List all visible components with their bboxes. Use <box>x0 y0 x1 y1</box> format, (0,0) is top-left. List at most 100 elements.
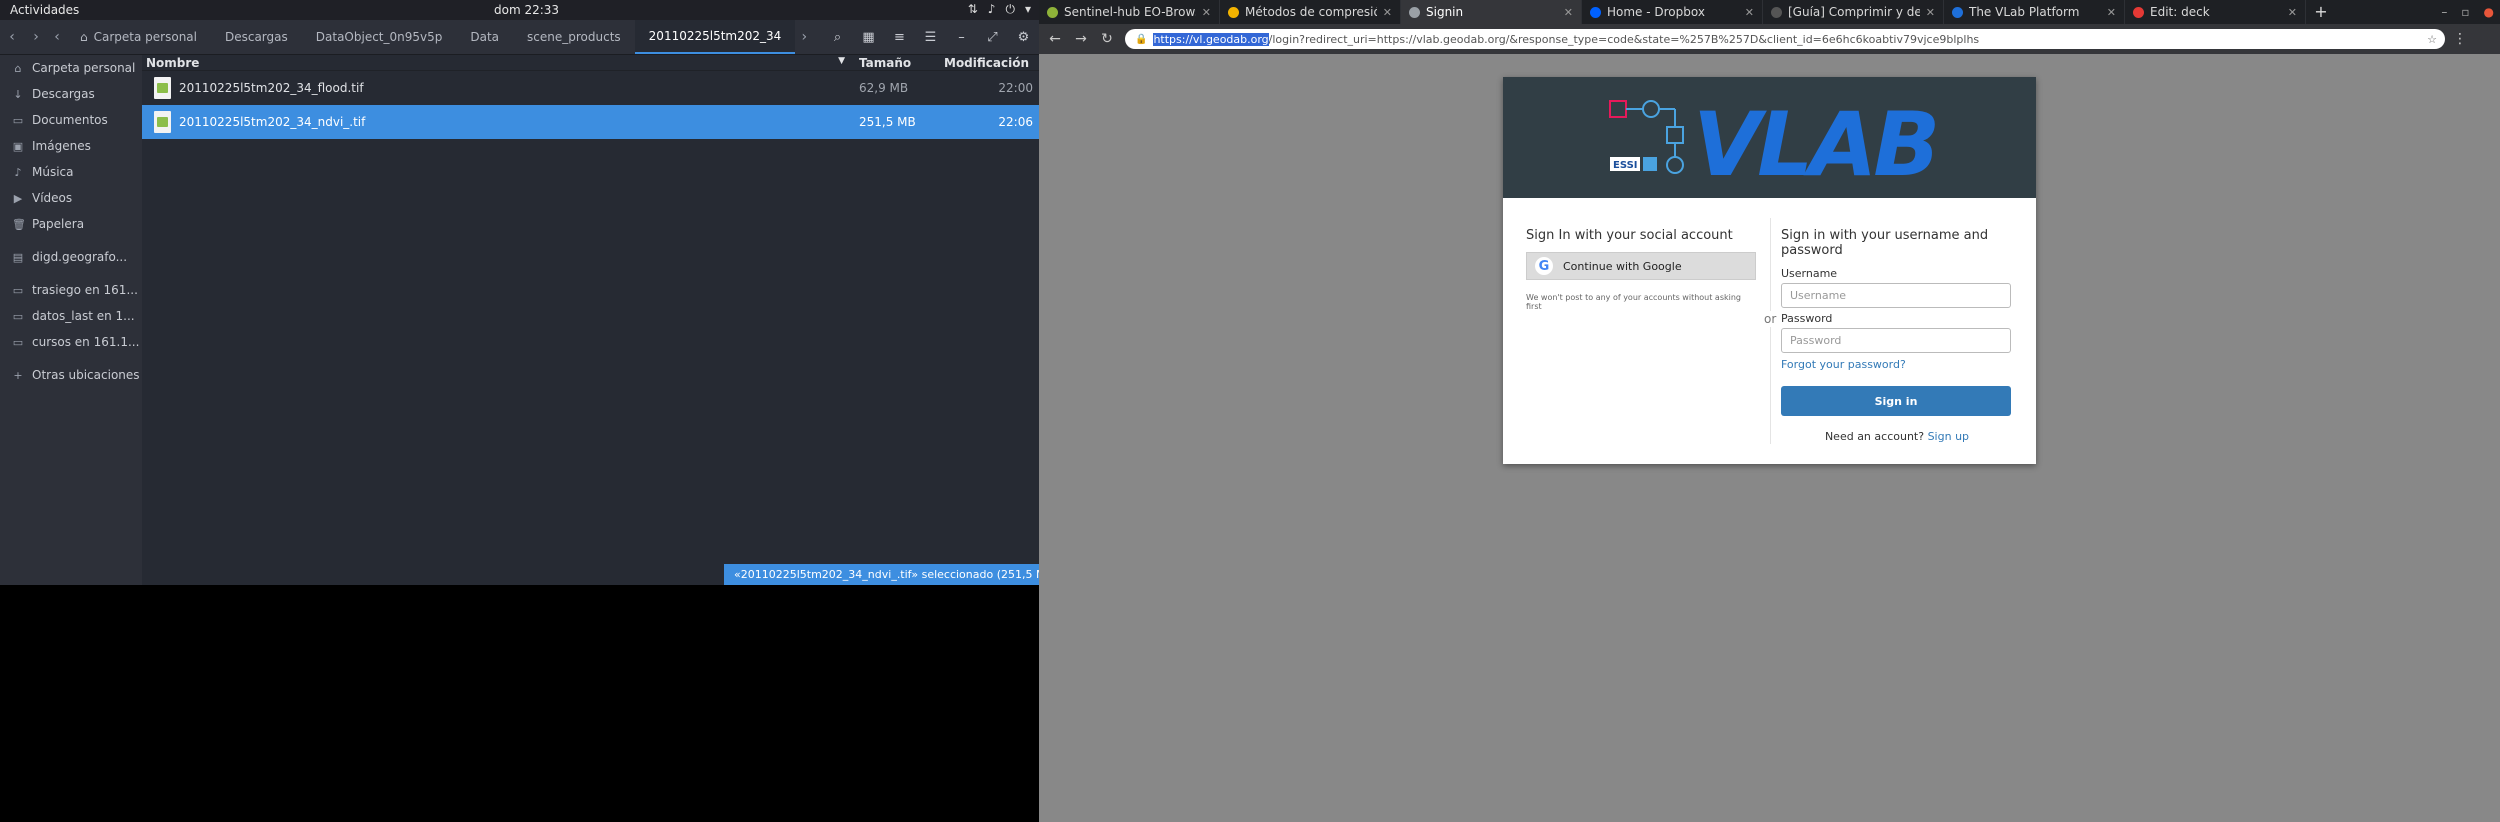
column-name[interactable]: Nombre ▼ <box>142 56 855 70</box>
browser-menu-icon[interactable]: ⋮ <box>2453 31 2467 47</box>
browser-tab[interactable]: Métodos de compresión y ✕ <box>1220 0 1401 24</box>
view-options-icon[interactable]: ≡ <box>884 30 915 45</box>
sidebar-item[interactable]: ▭ datos_last en 1... <box>0 303 142 329</box>
sidebar-item[interactable]: ⌂ Carpeta personal <box>0 55 142 81</box>
power-icon: ⏻ <box>1005 2 1015 16</box>
system-tray[interactable]: ⇅ ♪ ⏻ ▾ <box>968 2 1031 17</box>
chevron-down-icon: ▾ <box>1024 2 1031 16</box>
tab-favicon-icon <box>1771 6 1782 18</box>
breadcrumb-item[interactable]: ⌂ Carpeta personal <box>66 20 211 54</box>
password-input[interactable]: Password <box>1781 328 2011 353</box>
sign-in-button[interactable]: Sign in <box>1781 386 2011 416</box>
username-input[interactable]: Username <box>1781 283 2011 308</box>
minimize-window-icon[interactable]: – <box>2441 5 2447 19</box>
tab-close-icon[interactable]: ✕ <box>1383 6 1392 19</box>
password-label: Password <box>1781 312 1833 325</box>
continue-with-google-button[interactable]: G Continue with Google <box>1526 252 1756 280</box>
file-size: 251,5 MB <box>859 115 916 129</box>
sidebar-item[interactable]: ▭ trasiego en 161... <box>0 277 142 303</box>
back-button[interactable]: ← <box>1047 31 1063 47</box>
breadcrumb-item[interactable]: Descargas <box>211 20 302 54</box>
column-modified[interactable]: Modificación <box>940 56 1039 70</box>
need-account-text: Need an account? Sign up <box>1824 430 1970 443</box>
tab-close-icon[interactable]: ✕ <box>1564 6 1573 19</box>
google-icon: G <box>1535 257 1553 275</box>
tab-title: Signin <box>1426 5 1464 19</box>
breadcrumb-item[interactable]: Data <box>456 20 513 54</box>
sidebar-separator <box>0 270 142 277</box>
file-list: Nombre ▼ Tamaño Modificación 20110225l5tm… <box>142 55 1039 585</box>
browser-tab[interactable]: Edit: deck ✕ <box>2125 0 2306 24</box>
breadcrumb-item[interactable]: 20110225l5tm202_34 <box>634 20 796 54</box>
password-heading: Sign in with your username and password <box>1781 228 1989 258</box>
sidebar-item[interactable]: ▭ cursos en 161.1... <box>0 329 142 355</box>
file-row[interactable]: 20110225l5tm202_34_flood.tif 62,9 MB 22:00 <box>142 71 1039 105</box>
download-icon: ↓ <box>13 87 23 101</box>
tab-favicon-icon <box>1409 6 1420 18</box>
tab-close-icon[interactable]: ✕ <box>1926 6 1935 19</box>
maximize-window-icon[interactable]: ▫ <box>2461 5 2469 19</box>
tab-close-icon[interactable]: ✕ <box>2107 6 2116 19</box>
maximize-icon[interactable]: ⤢ <box>977 30 1008 45</box>
file-row[interactable]: 20110225l5tm202_34_ndvi_.tif 251,5 MB 22:0… <box>142 105 1039 139</box>
browser-tab[interactable]: Sentinel-hub EO-Browser ✕ <box>1039 0 1220 24</box>
file-name: 20110225l5tm202_34_ndvi_.tif <box>179 115 366 129</box>
bookmark-star-icon[interactable]: ☆ <box>2427 33 2437 46</box>
tif-file-icon <box>154 111 171 133</box>
sidebar-separator <box>0 237 142 244</box>
browser-tab[interactable]: The VLab Platform ✕ <box>1944 0 2125 24</box>
tab-close-icon[interactable]: ✕ <box>2288 6 2297 19</box>
forward-button[interactable]: › <box>24 20 48 54</box>
activities-button[interactable]: Actividades <box>10 3 79 17</box>
minimize-icon[interactable]: – <box>946 30 977 45</box>
search-icon[interactable]: ⌕ <box>822 30 853 45</box>
column-headers: Nombre ▼ Tamaño Modificación <box>142 55 1039 71</box>
sidebar-item[interactable]: ▣ Imágenes <box>0 133 142 159</box>
tab-close-icon[interactable]: ✕ <box>1202 6 1211 19</box>
sidebar-item[interactable]: ▤ digd.geografo... <box>0 244 142 270</box>
sidebar-item[interactable]: + Otras ubicaciones <box>0 362 142 388</box>
essi-badge: ESSI <box>1613 160 1638 171</box>
trash-icon: 🗑 <box>12 217 26 231</box>
close-window-icon[interactable]: ● <box>2484 5 2494 19</box>
forgot-password-link[interactable]: Forgot your password? <box>1781 358 2013 371</box>
sidebar-item[interactable]: ↓ Descargas <box>0 81 142 107</box>
breadcrumb-right-arrow[interactable]: › <box>795 20 813 54</box>
video-icon: ▶ <box>13 191 23 205</box>
forward-button[interactable]: → <box>1073 31 1089 47</box>
sidebar-separator <box>0 355 142 362</box>
new-tab-button[interactable]: + <box>2306 0 2336 24</box>
tab-close-icon[interactable]: ✕ <box>1745 6 1754 19</box>
clock[interactable]: dom 22:33 <box>494 3 559 17</box>
breadcrumb-item[interactable]: DataObject_0n95v5p <box>302 20 457 54</box>
sidebar-item[interactable]: ▶ Vídeos <box>0 185 142 211</box>
browser-tab[interactable]: Home - Dropbox ✕ <box>1582 0 1763 24</box>
sign-up-link[interactable]: Sign up <box>1928 430 1969 443</box>
tab-title: Edit: deck <box>2150 5 2210 19</box>
home-icon: ⌂ <box>80 30 88 44</box>
sidebar-item[interactable]: ♪ Música <box>0 159 142 185</box>
breadcrumb-left-arrow[interactable]: ‹ <box>48 20 66 54</box>
password-login-section: Sign in with your username and password … <box>1781 228 2013 443</box>
breadcrumb-item[interactable]: scene_products <box>513 20 635 54</box>
tab-title: [Guía] Comprimir y desco <box>1788 5 1920 19</box>
grid-view-icon[interactable]: ▦ <box>853 30 884 45</box>
username-label: Username <box>1781 267 1838 280</box>
reload-button[interactable]: ↻ <box>1099 31 1115 47</box>
tab-title: Sentinel-hub EO-Browser <box>1064 5 1196 19</box>
settings-icon[interactable]: ⚙ <box>1008 30 1039 45</box>
tab-favicon-icon <box>1228 6 1239 18</box>
music-icon: ♪ <box>14 165 22 179</box>
browser-tab[interactable]: Signin ✕ <box>1401 0 1582 24</box>
browser-tab[interactable]: [Guía] Comprimir y desco ✕ <box>1763 0 1944 24</box>
address-bar[interactable]: 🔒 https://vl.geodab.org /login?redirect_… <box>1125 29 2445 49</box>
sidebar-item[interactable]: 🗑 Papelera <box>0 211 142 237</box>
back-button[interactable]: ‹ <box>0 20 24 54</box>
places-sidebar: ⌂ Carpeta personal ↓ Descargas ▭ Documentos ▣ I… <box>0 55 142 585</box>
sidebar-item[interactable]: ▭ Documentos <box>0 107 142 133</box>
tab-title: The VLab Platform <box>1969 5 2080 19</box>
menu-icon[interactable]: ☰ <box>915 30 946 45</box>
tab-favicon-icon <box>1047 6 1058 18</box>
column-size[interactable]: Tamaño <box>855 56 940 70</box>
tab-title: Home - Dropbox <box>1607 5 1705 19</box>
